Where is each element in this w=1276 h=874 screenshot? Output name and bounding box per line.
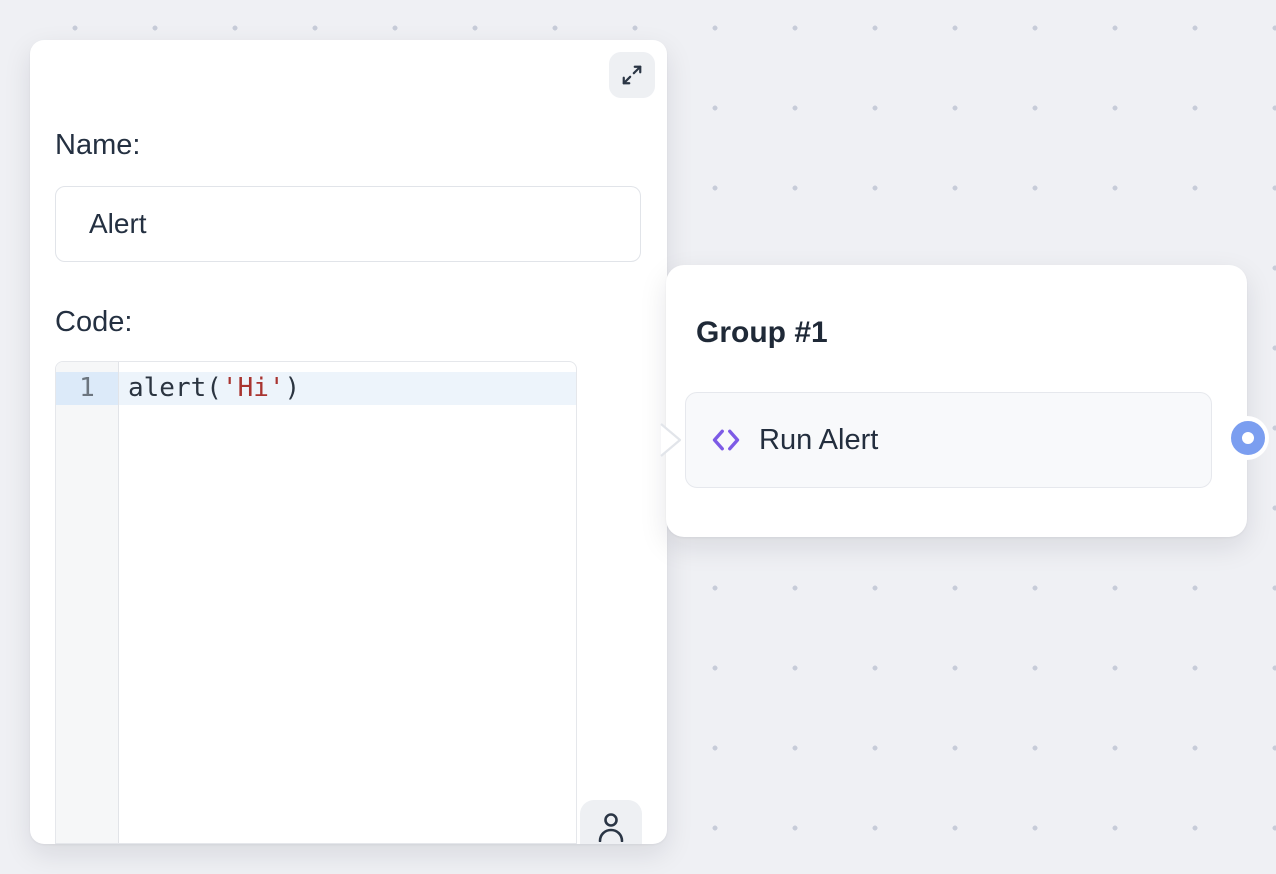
node-editor-panel: Name: Code: 1 alert('Hi') — [30, 40, 667, 844]
node-run-alert[interactable]: Run Alert — [685, 392, 1212, 488]
node-label: Run Alert — [759, 424, 878, 457]
name-label: Name: — [55, 129, 140, 162]
connection-handle[interactable] — [1231, 421, 1265, 455]
code-token-plain: alert( — [128, 373, 222, 403]
chevron-right-icon — [659, 422, 683, 458]
expand-button[interactable] — [609, 52, 655, 98]
flow-canvas[interactable]: { "canvas": { "background_color": "#EFF0… — [0, 0, 1276, 874]
code-label: Code: — [55, 306, 132, 339]
group-title: Group #1 — [696, 316, 828, 350]
editor-content[interactable]: alert('Hi') — [119, 362, 576, 843]
code-icon — [710, 425, 742, 455]
code-token-plain: ) — [285, 373, 301, 403]
code-editor[interactable]: 1 alert('Hi') — [55, 361, 577, 844]
expand-icon — [621, 64, 643, 86]
editor-gutter: 1 — [56, 362, 119, 843]
group-node-card[interactable]: Group #1 Run Alert — [666, 265, 1247, 537]
line-number: 1 — [56, 372, 118, 405]
user-button[interactable] — [580, 800, 642, 844]
code-line[interactable]: alert('Hi') — [119, 372, 576, 405]
name-input[interactable] — [55, 186, 641, 262]
person-icon — [595, 810, 627, 842]
code-token-string: 'Hi' — [222, 373, 285, 403]
